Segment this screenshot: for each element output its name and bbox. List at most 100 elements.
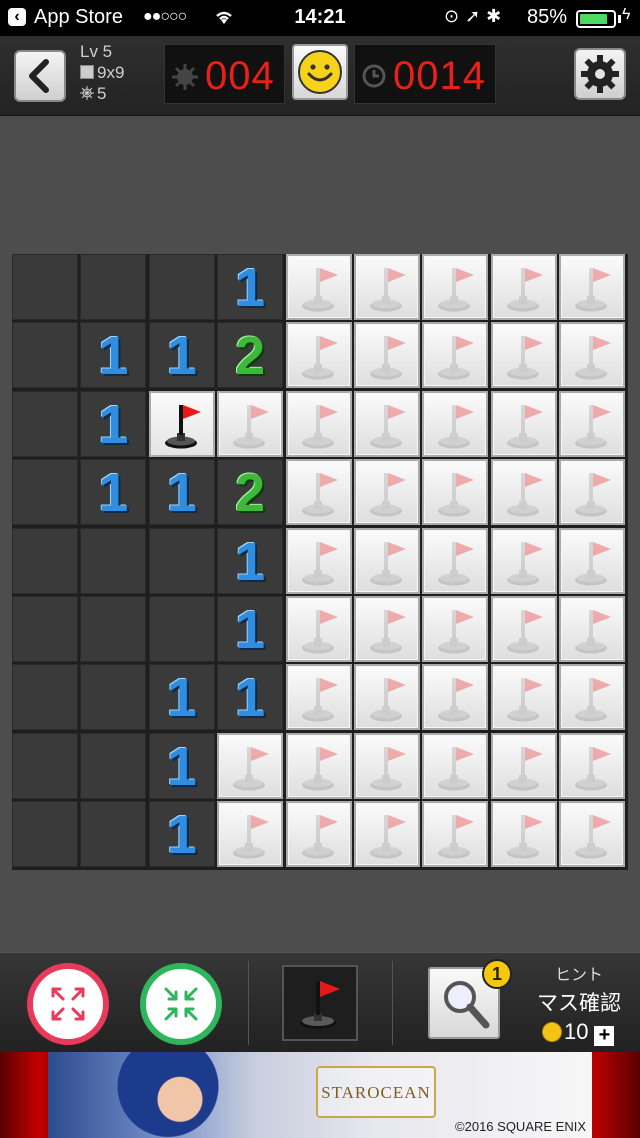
board-cell-r1-c4[interactable] — [285, 322, 352, 389]
ad-copyright: ©2016 SQUARE ENIX — [455, 1119, 586, 1134]
coin-icon — [542, 1022, 562, 1042]
back-button[interactable] — [14, 50, 66, 102]
board-cell-r8-c4[interactable] — [285, 801, 352, 868]
board-cell-r6-c5[interactable] — [354, 664, 420, 731]
ad-banner[interactable]: STAROCEAN ©2016 SQUARE ENIX — [0, 1052, 640, 1138]
board-cell-r7-c8[interactable] — [559, 732, 626, 799]
board-cell-r2-c8[interactable] — [559, 390, 626, 457]
hint-count-badge: 1 — [482, 959, 512, 989]
board-cell-r8-c5[interactable] — [354, 801, 420, 868]
settings-button[interactable] — [574, 48, 626, 100]
flag-mode-toggle[interactable] — [282, 965, 358, 1041]
board-cell-r5-c8[interactable] — [559, 596, 626, 662]
mine-total: 5 — [80, 84, 124, 105]
cell-number: 2 — [235, 326, 266, 387]
board-cell-r5-c1 — [80, 596, 147, 662]
level-info: Lv 5 9x9 5 — [80, 42, 124, 105]
board-cell-r1-c6[interactable] — [422, 322, 489, 389]
toolbar-divider — [248, 961, 249, 1045]
hint-cost-value: 10 — [564, 1019, 589, 1044]
board-cell-r5-c5[interactable] — [354, 596, 420, 662]
board-cell-r6-c7[interactable] — [490, 664, 557, 731]
reset-smiley-button[interactable] — [292, 44, 348, 100]
buy-coins-button[interactable]: + — [594, 1025, 615, 1046]
board-cell-r2-c3[interactable] — [217, 390, 284, 457]
zoom-out-button[interactable] — [140, 963, 222, 1045]
board-cell-r2-c2[interactable] — [148, 390, 215, 457]
board-cell-r7-c7[interactable] — [490, 732, 557, 799]
board-cell-r1-c7[interactable] — [490, 322, 557, 389]
board-cell-r3-c4[interactable] — [285, 459, 352, 526]
board-cell-r3-c7[interactable] — [490, 459, 557, 526]
board-cell-r6-c4[interactable] — [285, 664, 352, 731]
board-cell-r0-c8[interactable] — [559, 254, 626, 320]
board-cell-r5-c4[interactable] — [285, 596, 352, 662]
board-cell-r5-c7[interactable] — [490, 596, 557, 662]
board-cell-r4-c5[interactable] — [354, 527, 420, 594]
board-cell-r1-c1: 1 — [80, 322, 147, 389]
board-cell-r4-c4[interactable] — [285, 527, 352, 594]
board-cell-r3-c0 — [12, 459, 78, 526]
flag-icon — [164, 404, 201, 449]
level-label: Lv 5 — [80, 42, 113, 61]
board-cell-r1-c8[interactable] — [559, 322, 626, 389]
board-cell-r7-c3[interactable] — [217, 732, 284, 799]
board-cell-r0-c6[interactable] — [422, 254, 489, 320]
zoom-in-button[interactable] — [27, 963, 109, 1045]
board-cell-r0-c4[interactable] — [285, 254, 352, 320]
shrink-arrows-icon — [164, 987, 198, 1021]
cell-number: 1 — [98, 326, 129, 387]
board-cell-r4-c6[interactable] — [422, 527, 489, 594]
board-cell-r8-c7[interactable] — [490, 801, 557, 868]
mine-counter-value: 004 — [205, 54, 275, 98]
board-cell-r8-c0 — [12, 801, 78, 868]
board-cell-r3-c8[interactable] — [559, 459, 626, 526]
board-cell-r7-c5[interactable] — [354, 732, 420, 799]
cell-number: 1 — [166, 736, 197, 797]
chevron-left-icon — [29, 59, 49, 93]
board-cell-r2-c6[interactable] — [422, 390, 489, 457]
ad-artwork[interactable]: STAROCEAN ©2016 SQUARE ENIX — [48, 1052, 592, 1138]
board-cell-r2-c7[interactable] — [490, 390, 557, 457]
game-header: Lv 5 9x9 5 004 0014 — [0, 36, 640, 116]
board-cell-r6-c8[interactable] — [559, 664, 626, 731]
board-size: 9x9 — [80, 63, 124, 84]
board-cell-r8-c6[interactable] — [422, 801, 489, 868]
board-cell-r8-c1 — [80, 801, 147, 868]
board-cell-r6-c0 — [12, 664, 78, 731]
hint-title: マス確認 — [537, 992, 621, 1015]
cell-number: 1 — [235, 258, 266, 318]
board-cell-r5-c6[interactable] — [422, 596, 489, 662]
board-cell-r8-c8[interactable] — [559, 801, 626, 868]
battery-level-fill — [580, 14, 607, 24]
board-cell-r2-c1: 1 — [80, 390, 147, 457]
board-cell-r1-c3: 2 — [217, 322, 284, 389]
board-cell-r4-c8[interactable] — [559, 527, 626, 594]
board-cell-r3-c3: 2 — [217, 459, 284, 526]
cell-number: 1 — [235, 600, 266, 660]
board-cell-r3-c5[interactable] — [354, 459, 420, 526]
board-cell-r5-c2 — [148, 596, 215, 662]
board-cell-r4-c0 — [12, 527, 78, 594]
board-cell-r3-c1: 1 — [80, 459, 147, 526]
board-cell-r1-c5[interactable] — [354, 322, 420, 389]
status-bar: ‹ App Store ●●○○○ 14:21 ⊙➚✱ 85% ϟ — [0, 0, 640, 36]
board-cell-r4-c3: 1 — [217, 527, 284, 594]
cell-number: 1 — [98, 463, 129, 524]
board-cell-r0-c7[interactable] — [490, 254, 557, 320]
board-cell-r0-c5[interactable] — [354, 254, 420, 320]
bottom-toolbar: 1 ヒント マス確認 10 + — [0, 952, 640, 1052]
board-cell-r3-c2: 1 — [148, 459, 215, 526]
board-cell-r4-c7[interactable] — [490, 527, 557, 594]
board-cell-r1-c0 — [12, 322, 78, 389]
board-cell-r7-c4[interactable] — [285, 732, 352, 799]
board-cell-r6-c6[interactable] — [422, 664, 489, 731]
board-cell-r2-c4[interactable] — [285, 390, 352, 457]
board-cell-r2-c5[interactable] — [354, 390, 420, 457]
timer: 0014 — [354, 44, 496, 104]
board-cell-r3-c6[interactable] — [422, 459, 489, 526]
board-cell-r7-c6[interactable] — [422, 732, 489, 799]
gear-icon — [581, 55, 619, 93]
board-cell-r7-c0 — [12, 732, 78, 799]
board-cell-r8-c3[interactable] — [217, 801, 284, 868]
